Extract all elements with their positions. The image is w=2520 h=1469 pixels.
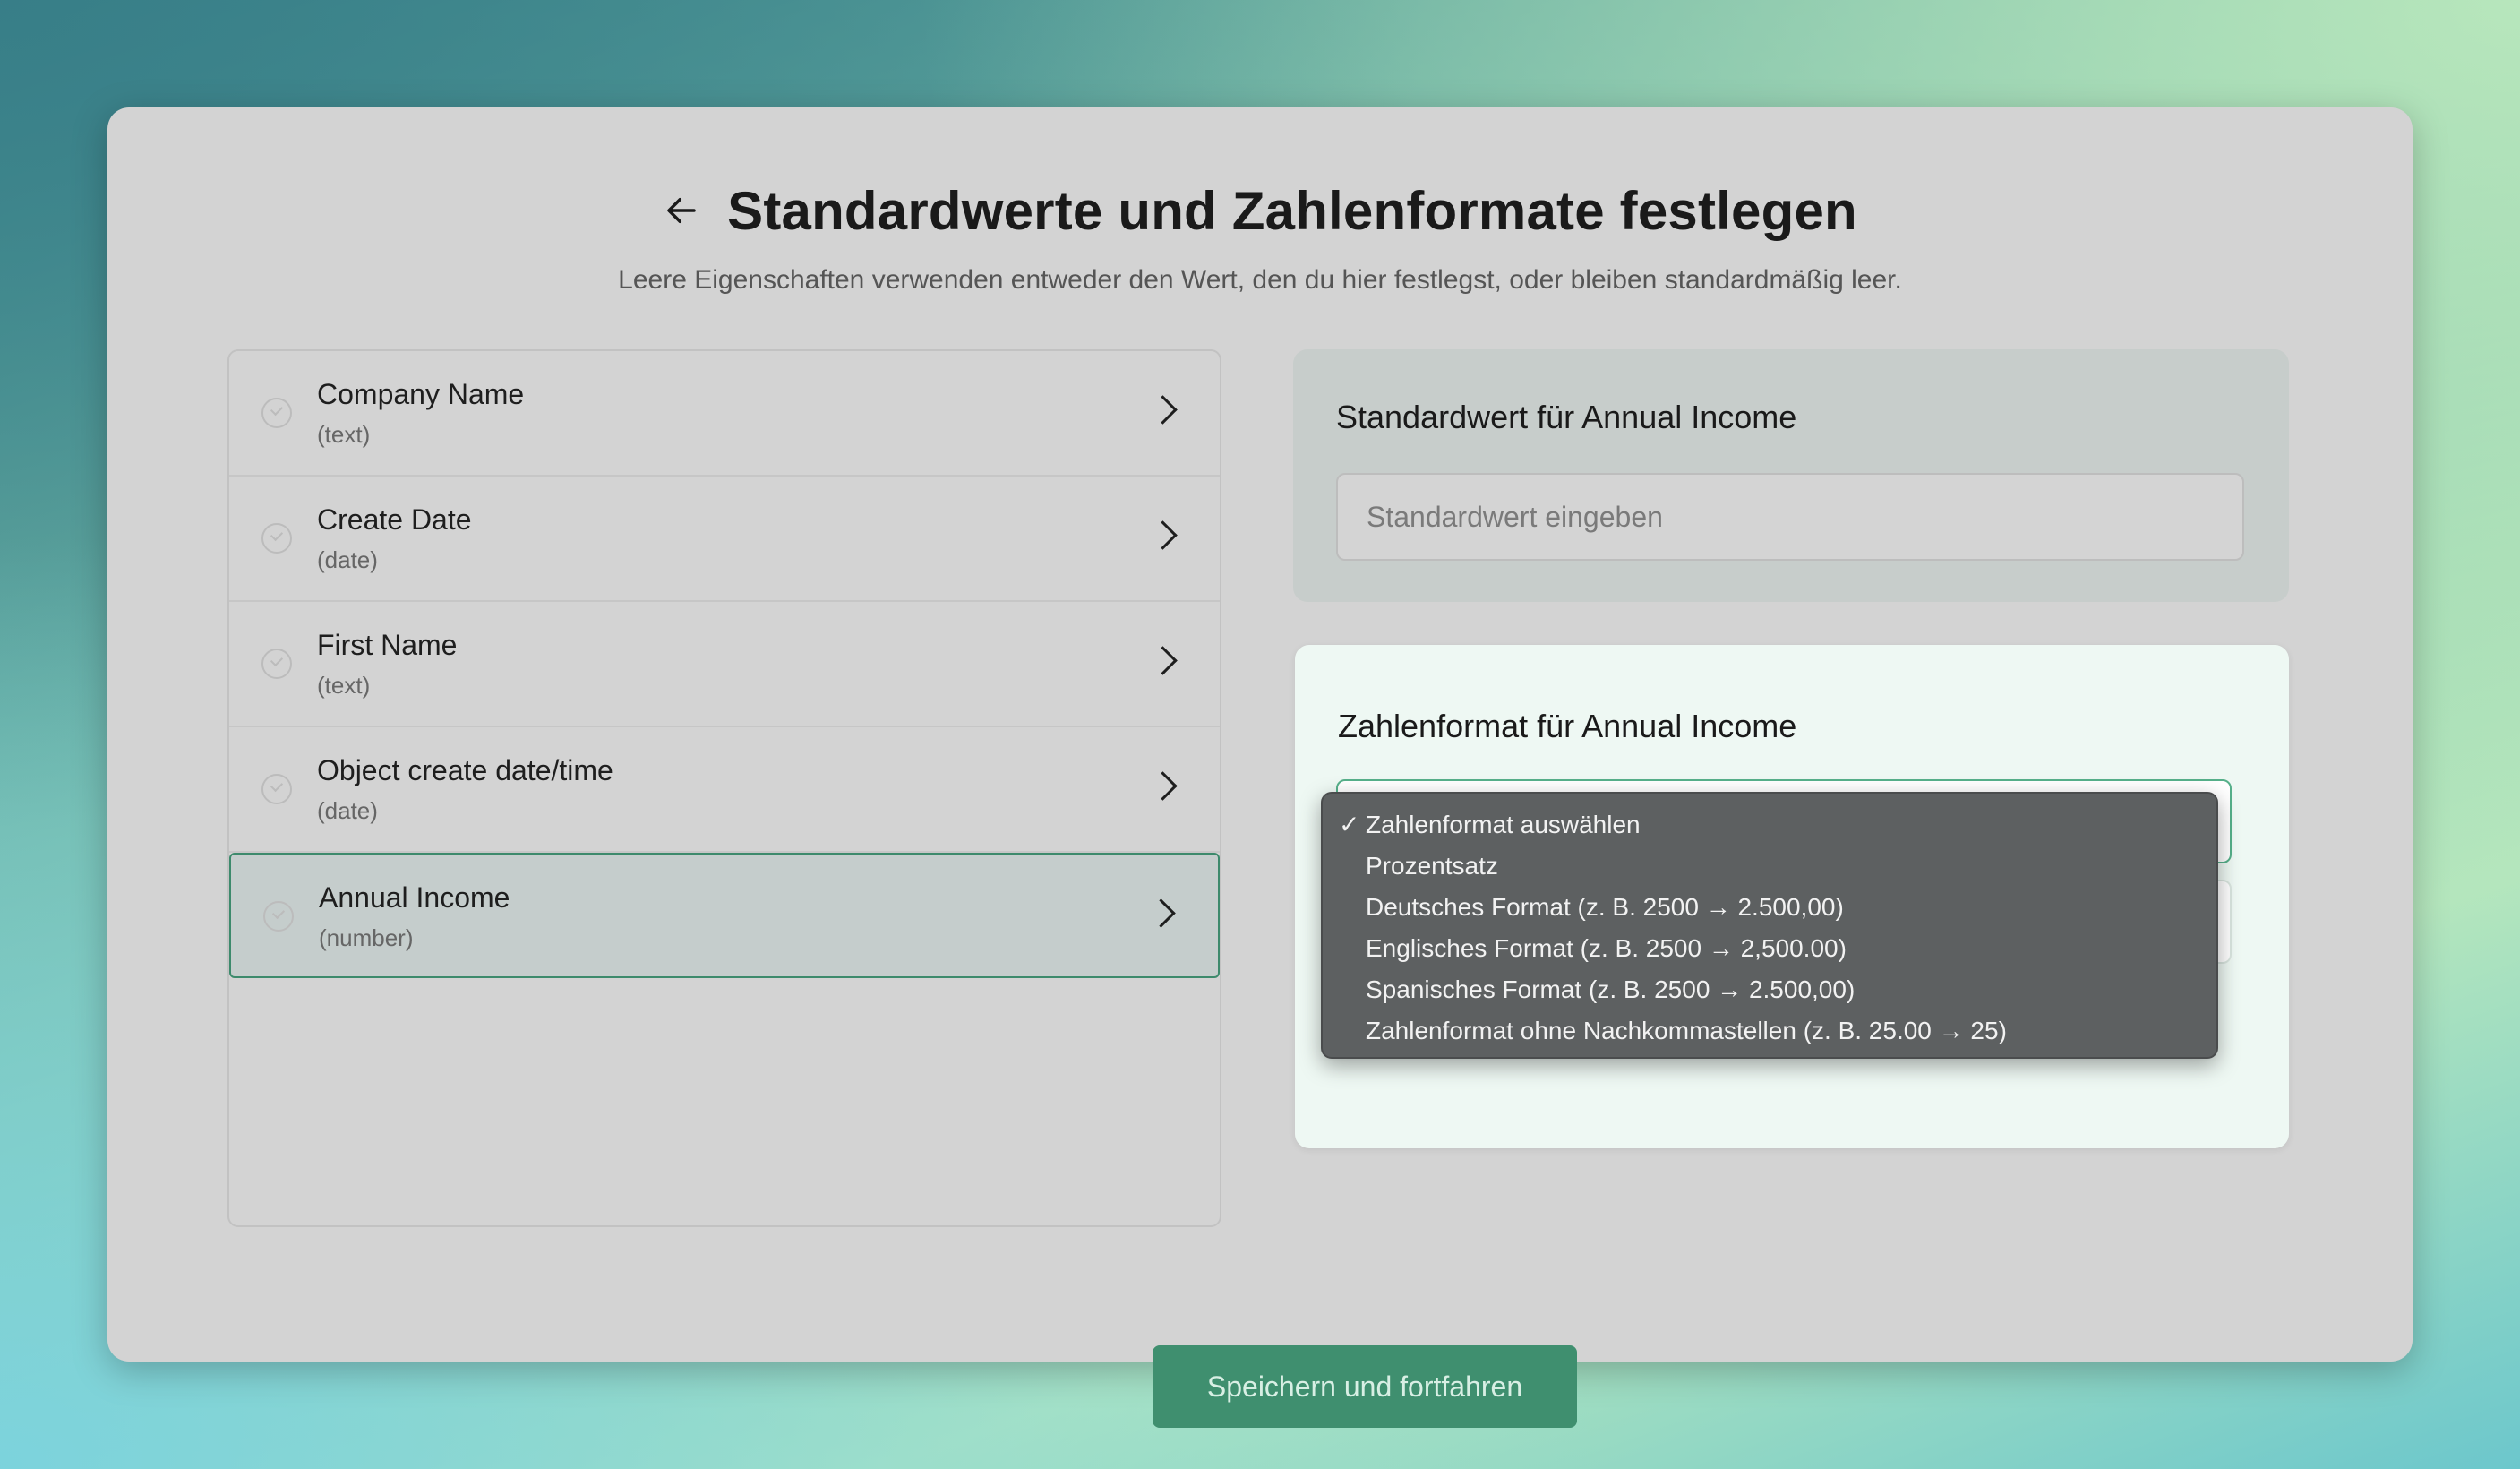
default-value-input[interactable] — [1336, 473, 2244, 561]
dropdown-option-label: Spanisches Format (z. B. 2500 → 2.500,00… — [1366, 975, 1855, 1003]
page-title: Standardwerte und Zahlenformate festlege… — [727, 180, 1857, 242]
number-format-dropdown: ✓ Zahlenformat auswählen Prozentsatz Deu… — [1321, 792, 2218, 1059]
dropdown-option-label: Prozentsatz — [1366, 852, 1498, 880]
page-header: Standardwerte und Zahlenformate festlege… — [107, 170, 2413, 296]
property-item-first-name[interactable]: First Name (text) — [229, 602, 1220, 727]
property-type: (date) — [317, 546, 378, 574]
property-name: Create Date — [317, 503, 472, 537]
dropdown-option-select-format[interactable]: ✓ Zahlenformat auswählen — [1323, 804, 2216, 846]
page-subtitle: Leere Eigenschaften verwenden entweder d… — [107, 265, 2413, 296]
check-circle-icon — [261, 523, 292, 554]
property-list: Company Name (text) Create Date (date) F… — [227, 349, 1221, 1227]
property-type: (number) — [319, 924, 413, 952]
chevron-right-icon — [1146, 898, 1176, 928]
chevron-right-icon — [1148, 646, 1178, 675]
settings-window: Standardwerte und Zahlenformate festlege… — [107, 107, 2413, 1362]
dropdown-option-spanish-format[interactable]: Spanisches Format (z. B. 2500 → 2.500,00… — [1323, 969, 2216, 1010]
property-name: Company Name — [317, 378, 524, 411]
property-name: Annual Income — [319, 881, 510, 915]
property-type: (text) — [317, 672, 370, 700]
chevron-right-icon — [1148, 771, 1178, 801]
check-circle-icon — [261, 774, 292, 804]
checkmark-icon: ✓ — [1339, 804, 1359, 846]
property-item-annual-income[interactable]: Annual Income (number) — [229, 853, 1220, 978]
check-circle-icon — [263, 901, 294, 932]
dropdown-option-label: Englisches Format (z. B. 2500 → 2,500.00… — [1366, 934, 1847, 962]
chevron-right-icon — [1148, 520, 1178, 550]
property-item-company-name[interactable]: Company Name (text) — [229, 351, 1220, 477]
property-name: First Name — [317, 629, 457, 662]
dropdown-option-label: Deutsches Format (z. B. 2500 → 2.500,00) — [1366, 893, 1844, 921]
dropdown-option-german-format[interactable]: Deutsches Format (z. B. 2500 → 2.500,00) — [1323, 887, 2216, 928]
property-type: (text) — [317, 421, 370, 449]
chevron-right-icon — [1148, 395, 1178, 425]
property-item-object-create-datetime[interactable]: Object create date/time (date) — [229, 727, 1220, 853]
default-value-card: Standardwert für Annual Income — [1293, 349, 2289, 602]
dropdown-option-english-format[interactable]: Englisches Format (z. B. 2500 → 2,500.00… — [1323, 928, 2216, 969]
save-and-continue-button[interactable]: Speichern und fortfahren — [1153, 1345, 1577, 1428]
dropdown-option-label: Zahlenformat ohne Nachkommastellen (z. B… — [1366, 1017, 2007, 1044]
property-item-create-date[interactable]: Create Date (date) — [229, 477, 1220, 602]
property-name: Object create date/time — [317, 754, 613, 787]
dropdown-option-percentage[interactable]: Prozentsatz — [1323, 846, 2216, 887]
dropdown-option-label: Zahlenformat auswählen — [1366, 811, 1641, 838]
arrow-left-icon[interactable] — [663, 192, 700, 229]
property-type: (date) — [317, 797, 378, 825]
check-circle-icon — [261, 649, 292, 679]
dropdown-option-no-decimals[interactable]: Zahlenformat ohne Nachkommastellen (z. B… — [1323, 1010, 2216, 1052]
number-format-title: Zahlenformat für Annual Income — [1338, 708, 1796, 745]
default-value-title: Standardwert für Annual Income — [1336, 399, 1796, 436]
check-circle-icon — [261, 398, 292, 428]
